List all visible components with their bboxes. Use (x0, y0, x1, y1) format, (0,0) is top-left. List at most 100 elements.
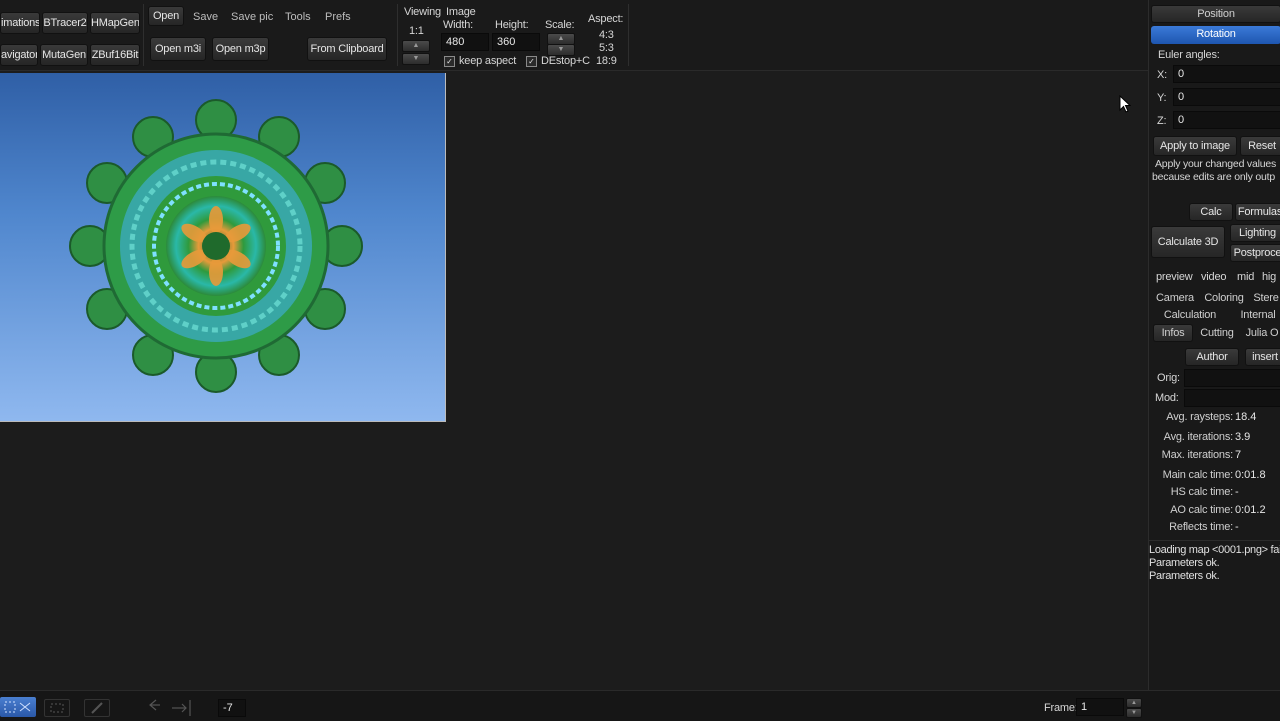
navigator-mode-button[interactable] (0, 697, 36, 717)
orig-input[interactable] (1184, 369, 1280, 387)
render-viewport[interactable] (0, 73, 446, 422)
euler-x-input[interactable] (1173, 65, 1280, 83)
log-line: Parameters ok. (1149, 570, 1220, 582)
tab-julia[interactable]: Julia O (1243, 325, 1280, 343)
euler-y-input[interactable] (1173, 88, 1280, 106)
apply-note-line1: Apply your changed values (1155, 158, 1277, 170)
panel-divider (1149, 540, 1280, 541)
stat-max-iterations-label: Max. iterations: (1161, 449, 1234, 461)
reset-button[interactable]: Reset (1240, 136, 1280, 156)
select-rect-icon[interactable] (44, 699, 70, 717)
top-toolbar: imations BTracer2 HMapGen avigator MutaG… (0, 0, 1148, 71)
stat-ao-calc-time-value: 0:01.2 (1235, 504, 1266, 516)
tab-stereo[interactable]: Stere (1251, 290, 1280, 308)
stat-ao-calc-time-label: AO calc time: (1170, 504, 1233, 516)
apply-to-image-button[interactable]: Apply to image (1153, 136, 1237, 156)
tab-position[interactable]: Position (1151, 5, 1280, 23)
toolbar-separator (628, 4, 629, 66)
stat-max-iterations-value: 7 (1235, 449, 1242, 461)
save-pic-menu[interactable]: Save pic (231, 9, 273, 25)
frame-down-button[interactable]: ▼ (1126, 708, 1142, 718)
toolbar-separator (143, 4, 144, 66)
from-clipboard-button[interactable]: From Clipboard (307, 37, 387, 61)
mouse-cursor-icon (1119, 95, 1131, 113)
quality-preview[interactable]: preview (1156, 270, 1193, 284)
width-label: Width: (443, 19, 473, 31)
frame-label: Frame: (1044, 702, 1078, 714)
image-label: Image (446, 6, 476, 18)
destop-checkbox[interactable]: ✓ (526, 56, 537, 67)
lighting-button[interactable]: Lighting (1230, 224, 1280, 242)
navigator-button[interactable]: avigator (0, 44, 38, 66)
mod-label: Mod: (1155, 392, 1179, 404)
tab-coloring[interactable]: Coloring (1199, 290, 1249, 308)
prefs-menu[interactable]: Prefs (325, 9, 351, 25)
log-line: Loading map <0001.png> fail (1149, 544, 1280, 556)
insert-button[interactable]: insert (1245, 348, 1280, 366)
z-label: Z: (1157, 115, 1167, 127)
move-arrows-icon[interactable] (146, 697, 196, 719)
stat-avg-raysteps-value: 18.4 (1235, 411, 1257, 423)
tab-internal[interactable]: Internal (1233, 307, 1280, 325)
calculate-3d-button[interactable]: Calculate 3D (1151, 226, 1225, 258)
mutagen-button[interactable]: MutaGen (40, 44, 88, 66)
stat-avg-iterations-label: Avg. iterations: (1163, 431, 1234, 443)
orig-label: Orig: (1157, 372, 1180, 384)
height-input[interactable] (492, 33, 540, 51)
postprocess-button[interactable]: Postproce (1230, 244, 1280, 262)
formulas-button[interactable]: Formulas (1235, 203, 1280, 221)
hmapgen-button[interactable]: HMapGen (90, 12, 140, 34)
pencil-icon[interactable] (84, 699, 110, 717)
fractal-image (69, 99, 363, 393)
stat-avg-raysteps-label: Avg. raysteps: (1166, 411, 1233, 423)
viewing-up-button[interactable]: ▲ (402, 40, 430, 52)
open-m3i-button[interactable]: Open m3i (150, 37, 206, 61)
btracer2-button[interactable]: BTracer2 (42, 12, 88, 34)
tab-calculation[interactable]: Calculation (1155, 307, 1225, 325)
frame-input[interactable] (1076, 698, 1124, 716)
euler-angles-label: Euler angles: (1158, 49, 1220, 61)
aspect-18-9[interactable]: 18:9 (596, 54, 617, 68)
quality-high[interactable]: hig (1262, 270, 1276, 284)
calc-button[interactable]: Calc (1189, 203, 1233, 221)
apply-note-line2: because edits are only outp (1152, 171, 1276, 183)
aspect-label: Aspect: (588, 13, 624, 25)
scale-label: Scale: (545, 19, 575, 31)
viewing-down-button[interactable]: ▼ (402, 53, 430, 65)
bottom-bar: Frame: ▲ ▼ (0, 690, 1280, 721)
keep-aspect-checkbox[interactable]: ✓ (444, 56, 455, 67)
tab-camera[interactable]: Camera (1153, 290, 1197, 308)
height-label: Height: (495, 19, 529, 31)
stat-avg-iterations-value: 3.9 (1235, 431, 1251, 443)
aspect-4-3[interactable]: 4:3 (599, 28, 614, 42)
euler-z-input[interactable] (1173, 111, 1280, 129)
tools-menu[interactable]: Tools (285, 9, 311, 25)
open-m3p-button[interactable]: Open m3p (212, 37, 269, 61)
right-panel: Position Rotation Euler angles: X: Y: Z:… (1148, 0, 1280, 690)
tab-rotation[interactable]: Rotation (1151, 26, 1280, 44)
quality-video[interactable]: video (1201, 270, 1227, 284)
stat-main-calc-time-value: 0:01.8 (1235, 469, 1266, 481)
viewing-value: 1:1 (409, 25, 424, 37)
log-line: Parameters ok. (1149, 557, 1220, 569)
mod-input[interactable] (1184, 389, 1280, 407)
tab-infos[interactable]: Infos (1153, 324, 1193, 342)
y-label: Y: (1157, 92, 1167, 104)
zbuf16bit-button[interactable]: ZBuf16Bit (90, 44, 140, 66)
frame-up-button[interactable]: ▲ (1126, 698, 1142, 708)
stat-reflects-time-value: - (1235, 521, 1239, 533)
save-menu[interactable]: Save (193, 9, 218, 25)
destop-label: DEstop+C (541, 55, 590, 67)
stat-reflects-time-label: Reflects time: (1169, 521, 1233, 533)
stat-hs-calc-time-value: - (1235, 486, 1239, 498)
open-menu[interactable]: Open (148, 6, 184, 26)
aspect-5-3[interactable]: 5:3 (599, 41, 614, 55)
author-button[interactable]: Author (1185, 348, 1239, 366)
tab-cutting[interactable]: Cutting (1195, 325, 1239, 343)
stat-main-calc-time-label: Main calc time: (1162, 469, 1234, 481)
stat-hs-calc-time-label: HS calc time: (1170, 486, 1233, 498)
width-input[interactable] (441, 33, 489, 51)
step-input[interactable] (218, 699, 246, 717)
quality-mid[interactable]: mid (1237, 270, 1254, 284)
animations-button[interactable]: imations (0, 12, 40, 34)
